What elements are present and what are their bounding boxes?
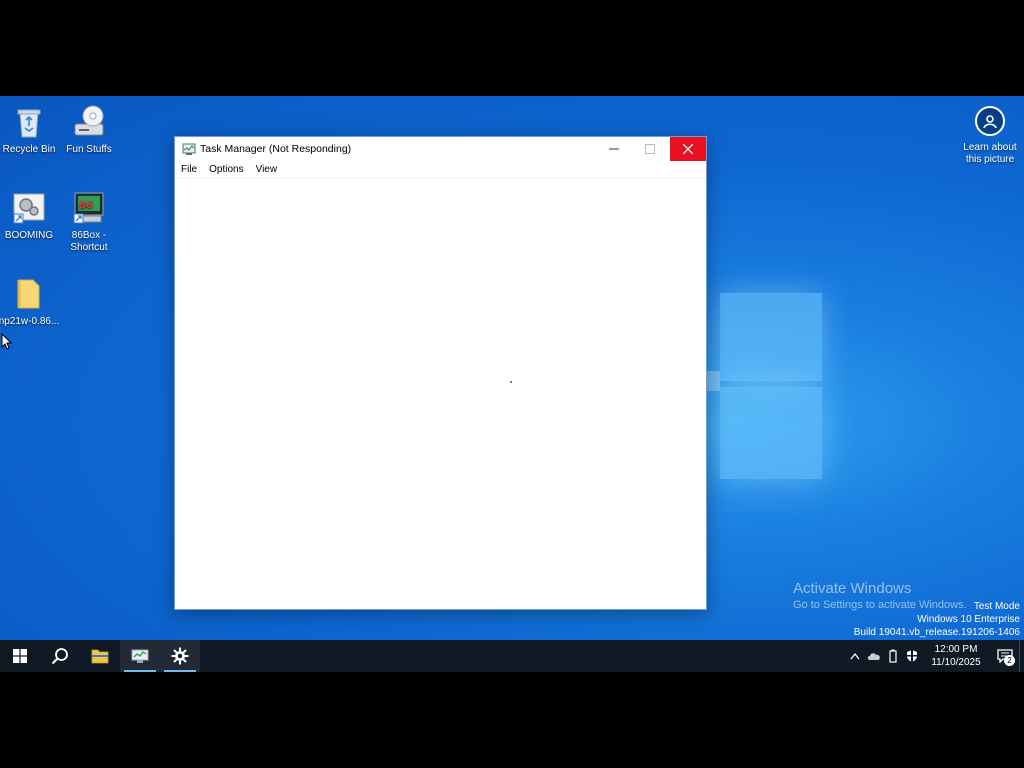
show-desktop-button[interactable]: [1019, 640, 1024, 672]
close-button[interactable]: [670, 137, 706, 161]
build-info: Test Mode Windows 10 Enterprise Build 19…: [854, 600, 1020, 639]
clock-date: 11/10/2025: [931, 657, 981, 668]
windows-start-icon: [13, 649, 27, 663]
taskbar-settings[interactable]: [160, 640, 200, 672]
menu-bar: File Options View: [175, 161, 706, 179]
build-line: Test Mode: [973, 601, 1020, 612]
build-line: Build 19041.vb_release.191206-1406: [853, 627, 1020, 638]
svg-text:86: 86: [79, 200, 93, 211]
desktop-icon-label: np21w-0.86...: [0, 316, 60, 327]
task-manager-window[interactable]: Task Manager (Not Responding) File Optio…: [174, 136, 707, 610]
build-line: Windows 10 Enterprise: [917, 614, 1020, 625]
desktop-icon-86box[interactable]: 86 86Box - Shortcut: [57, 190, 121, 254]
system-tray: 12:00 PM 11/10/2025 2: [845, 640, 1024, 672]
notification-badge: 2: [1004, 655, 1015, 666]
task-manager-taskbar-icon: [131, 649, 149, 663]
chevron-up-icon: [849, 652, 860, 660]
maximize-button[interactable]: [632, 137, 668, 161]
desktop-icon-booming[interactable]: BOOMING: [0, 190, 61, 242]
desktop-icon-label: Fun Stuffs: [66, 144, 112, 155]
action-center-button[interactable]: 2: [991, 640, 1019, 672]
desktop-icon-label: 86Box - Shortcut: [70, 230, 108, 253]
file-explorer-icon: [91, 649, 109, 664]
close-icon: [683, 144, 693, 154]
minimize-button[interactable]: [596, 137, 632, 161]
menu-file[interactable]: File: [181, 164, 197, 175]
menu-view[interactable]: View: [256, 164, 278, 175]
window-title-bar[interactable]: Task Manager (Not Responding): [175, 137, 706, 161]
minimize-icon: [609, 148, 619, 150]
desktop-icon-fun-stuffs[interactable]: Fun Stuffs: [57, 104, 121, 156]
86box-icon: 86: [73, 192, 104, 224]
cd-drive-icon: [74, 105, 104, 136]
start-button[interactable]: [0, 640, 40, 672]
watermark-title: Activate Windows: [793, 580, 912, 597]
battery-button[interactable]: [883, 640, 902, 672]
letterbox-bottom: [0, 672, 1024, 768]
camera-person-icon: [975, 106, 1005, 136]
letterbox-top: [0, 0, 1024, 96]
desktop-icon-label: Recycle Bin: [2, 144, 56, 155]
desktop-icon-recycle-bin[interactable]: Recycle Bin: [0, 104, 61, 156]
taskbar: 12:00 PM 11/10/2025 2: [0, 640, 1024, 672]
show-hidden-icons-button[interactable]: [845, 640, 864, 672]
window-title: Task Manager (Not Responding): [200, 143, 352, 155]
mouse-cursor-icon: [1, 333, 13, 350]
recycle-bin-icon: [17, 109, 41, 138]
onedrive-button[interactable]: [864, 640, 883, 672]
shield-icon: [906, 650, 917, 662]
cloud-icon: [867, 653, 880, 660]
security-button[interactable]: [902, 640, 921, 672]
content-speck: [510, 381, 512, 383]
folder-icon: [17, 279, 40, 309]
desktop-icon-label: BOOMING: [4, 230, 54, 241]
learn-about-picture[interactable]: Learn about this picture: [958, 106, 1022, 166]
wallpaper-logo: [700, 281, 840, 481]
battery-icon: [888, 649, 897, 663]
learn-about-label: Learn about this picture: [963, 142, 1017, 165]
clock-time: 12:00 PM: [934, 644, 978, 655]
taskbar-task-manager[interactable]: [120, 640, 160, 672]
maximize-icon: [645, 144, 655, 154]
taskbar-file-explorer[interactable]: [80, 640, 120, 672]
menu-options[interactable]: Options: [209, 164, 243, 175]
search-icon: [51, 648, 68, 665]
clock[interactable]: 12:00 PM 11/10/2025: [927, 643, 985, 669]
task-manager-icon: [182, 143, 196, 155]
desktop-icon-np21w-folder[interactable]: np21w-0.86...: [0, 276, 61, 328]
search-button[interactable]: [40, 640, 80, 672]
shortcut-gears-icon: [13, 193, 45, 224]
gear-icon: [171, 647, 189, 665]
